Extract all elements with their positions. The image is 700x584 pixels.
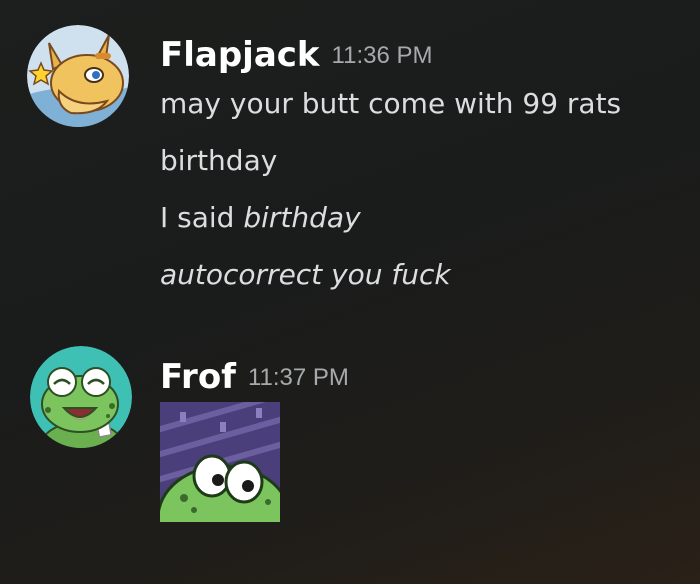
message-text: autocorrect you fuck [160,258,451,291]
author-name[interactable]: Frof [160,357,236,397]
message-text: I said birthday [160,201,361,234]
timestamp: 11:37 PM [247,364,349,391]
frog-sticker-image[interactable] [160,402,280,522]
message-text: may your butt come with 99 rats [160,87,622,120]
author-name[interactable]: Flapjack [160,35,320,75]
username-flapjack[interactable]: Flapjack 11:36 PM [160,38,432,72]
frog-avatar-icon[interactable] [30,346,132,448]
dragon-avatar-icon[interactable] [27,25,129,127]
message-text: birthday [160,144,278,177]
username-frof[interactable]: Frof 11:37 PM [160,360,349,394]
timestamp: 11:36 PM [331,42,433,69]
